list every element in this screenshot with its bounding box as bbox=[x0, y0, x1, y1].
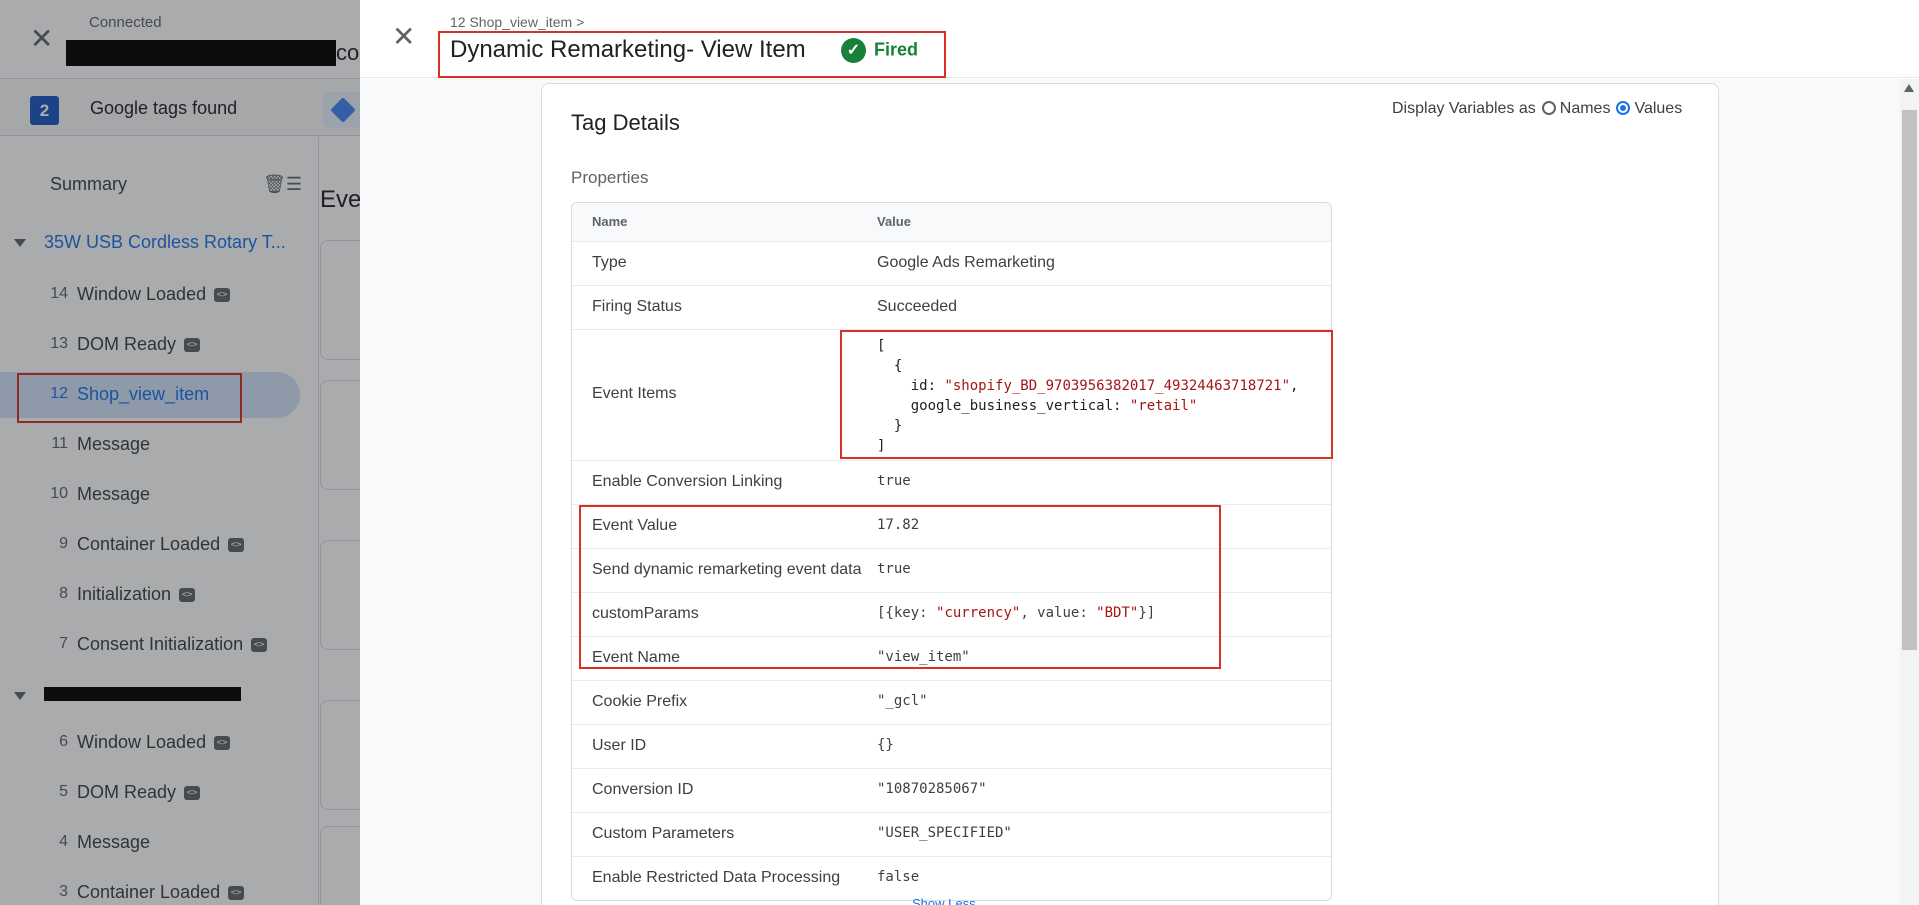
table-row: Type Google Ads Remarketing bbox=[572, 241, 1331, 285]
table-row: Custom Parameters "USER_SPECIFIED" bbox=[572, 812, 1331, 856]
highlight-box-event-params bbox=[579, 505, 1221, 669]
scrollbar-thumb[interactable] bbox=[1902, 110, 1917, 650]
display-variables-toggle: Display Variables as Names Values bbox=[1392, 100, 1683, 117]
card-title: Tag Details bbox=[571, 110, 680, 135]
col-name-header: Name bbox=[592, 214, 628, 229]
properties-label: Properties bbox=[571, 168, 649, 187]
table-header: Name Value bbox=[572, 203, 1331, 241]
table-row: User ID {} bbox=[572, 724, 1331, 768]
radio-values[interactable] bbox=[1616, 100, 1631, 115]
table-row: Firing Status Succeeded bbox=[572, 285, 1331, 329]
col-value-header: Value bbox=[877, 214, 911, 229]
table-row: Cookie Prefix "_gcl" bbox=[572, 680, 1331, 724]
table-row: Enable Restricted Data Processing false bbox=[572, 856, 1331, 900]
highlight-box-event-items bbox=[840, 330, 1333, 459]
radio-values-label[interactable]: Values bbox=[1634, 100, 1682, 117]
breadcrumb[interactable]: 12 Shop_view_item > bbox=[450, 14, 584, 30]
show-less-link[interactable]: Show Less bbox=[912, 896, 976, 905]
highlight-box-title bbox=[438, 31, 946, 78]
table-row: Conversion ID "10870285067" bbox=[572, 768, 1331, 812]
radio-names-label[interactable]: Names bbox=[1560, 100, 1611, 117]
scroll-up-arrow-icon[interactable] bbox=[1904, 84, 1914, 92]
radio-names[interactable] bbox=[1541, 100, 1556, 115]
table-row: Enable Conversion Linking true bbox=[572, 460, 1331, 504]
close-icon[interactable]: ✕ bbox=[392, 22, 415, 52]
